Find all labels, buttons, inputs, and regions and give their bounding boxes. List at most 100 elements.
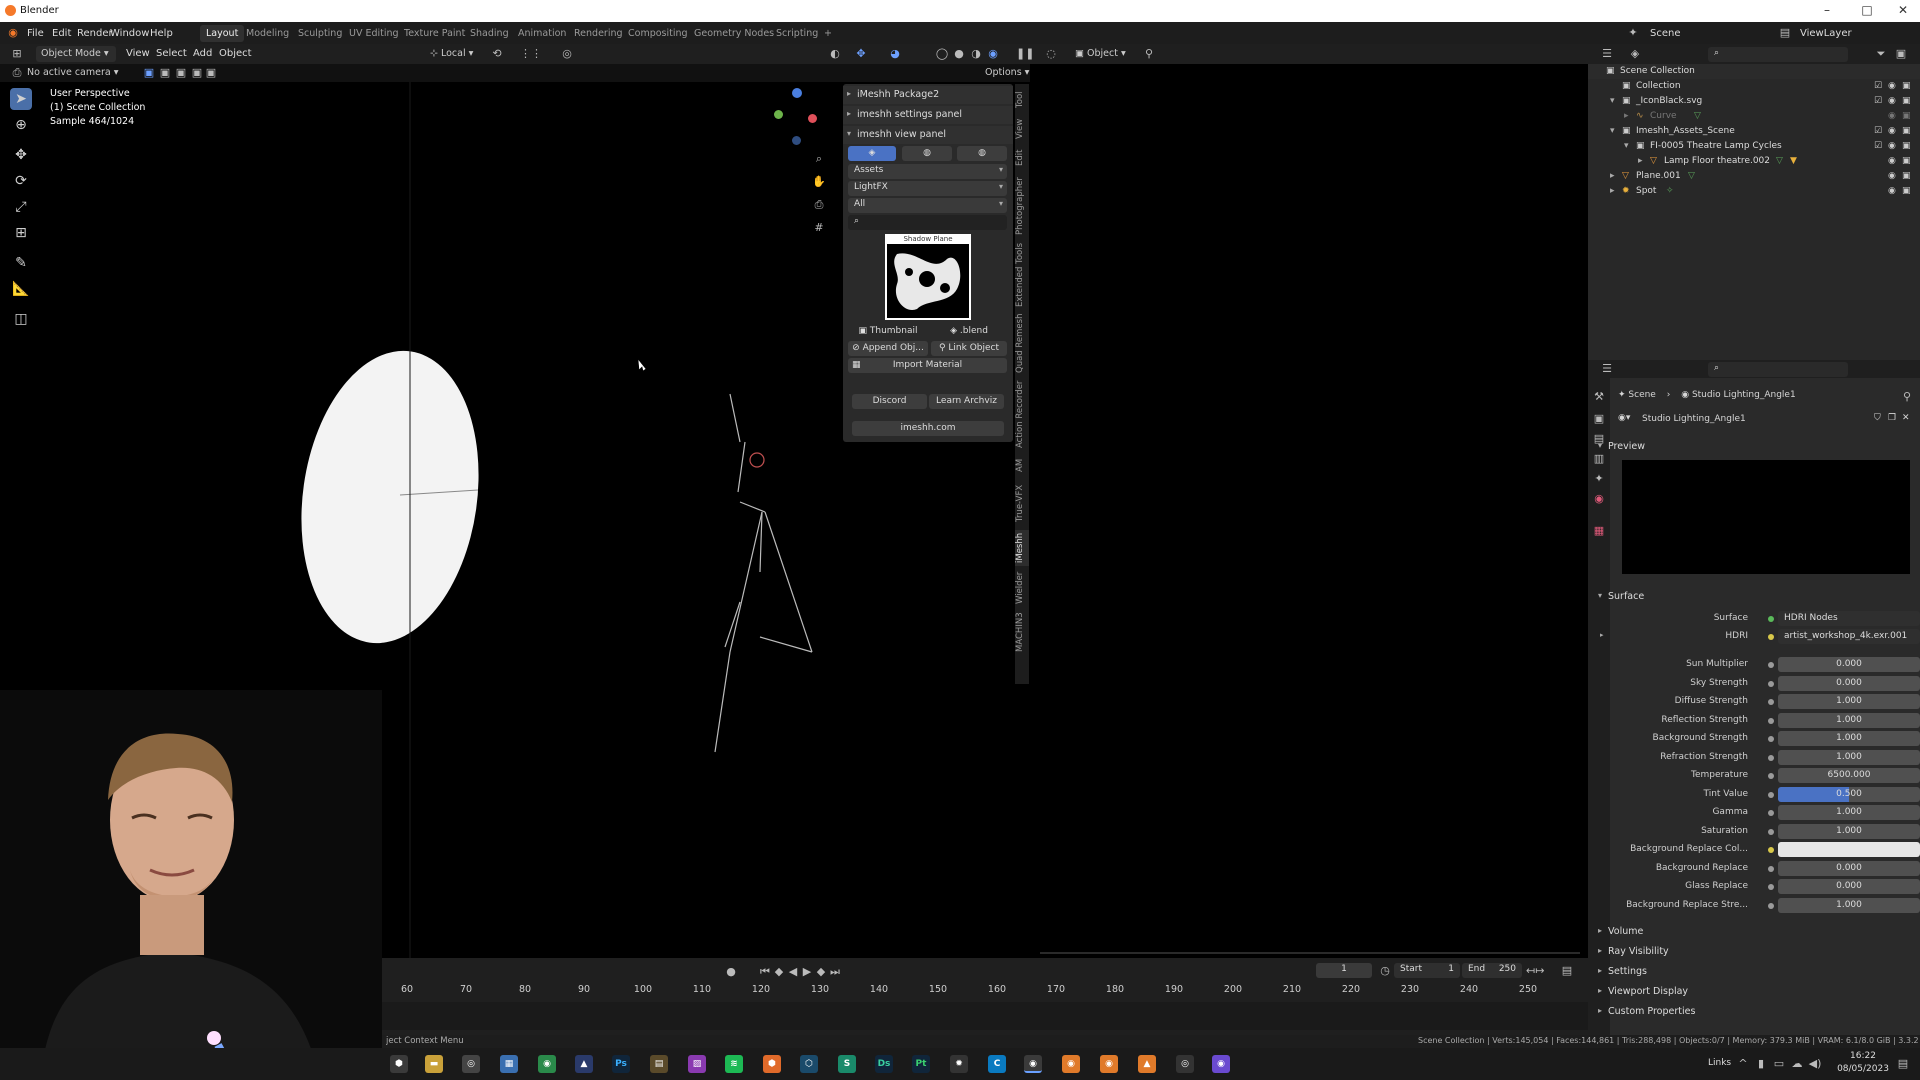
sidetab-view[interactable]: View	[1015, 116, 1029, 142]
tab-modeling[interactable]: Modeling	[240, 25, 295, 42]
texture-tab-icon[interactable]: ▦	[1592, 524, 1606, 538]
properties-toggle-icon[interactable]: ◌	[1044, 47, 1058, 61]
ortho-grid-icon[interactable]: #	[812, 221, 826, 235]
property-value-field[interactable]: 1.000	[1778, 694, 1920, 709]
expand-icon[interactable]: ▸	[1610, 186, 1615, 196]
app-icon-c[interactable]: C	[988, 1055, 1006, 1073]
viewport-menu-object[interactable]: Object	[219, 48, 252, 59]
sidetab-quad-remesh[interactable]: Quad Remesh	[1015, 312, 1029, 374]
outliner-row[interactable]: ▾ ▣ Imeshh_Assets_Scene ☑ ◉ ▣	[1588, 124, 1920, 139]
eye-icon[interactable]: ◉	[1888, 141, 1896, 151]
select-invert-icon[interactable]: ▣	[190, 66, 204, 80]
app-icon-purple[interactable]: ▨	[688, 1055, 706, 1073]
section-viewport-display[interactable]: ▸ Viewport Display	[1594, 983, 1912, 1001]
close-icon[interactable]: ✕	[1888, 3, 1918, 17]
tray-usb-icon[interactable]: ▮	[1754, 1057, 1768, 1071]
property-value-field[interactable]	[1778, 842, 1920, 857]
tab-sculpting[interactable]: Sculpting	[292, 25, 348, 42]
calculator-icon[interactable]: ▦	[500, 1055, 518, 1073]
discord-button[interactable]: Discord	[852, 394, 927, 409]
fake-user-icon[interactable]: ⛉	[1874, 413, 1881, 423]
property-value-field[interactable]: 0.000	[1778, 657, 1920, 672]
volume-icon[interactable]: ◀)	[1808, 1057, 1822, 1071]
start-frame-field[interactable]: Start 1	[1394, 963, 1460, 978]
tab-compositing[interactable]: Compositing	[622, 25, 694, 42]
outliner-row-scene-collection[interactable]: ▣ Scene Collection	[1588, 64, 1920, 79]
append-object-button[interactable]: ⊘ Append Obj...	[848, 341, 928, 356]
overlay-icon[interactable]: ◕	[888, 47, 902, 61]
tab-uv-editing[interactable]: UV Editing	[343, 25, 405, 42]
outliner-row[interactable]: ▸ ∿ Curve ▽ ◉ ▣	[1588, 109, 1920, 124]
expand-icon[interactable]: ▾	[1610, 96, 1615, 106]
pivot-icon[interactable]: ⟲	[490, 47, 504, 61]
menu-help[interactable]: Help	[150, 28, 173, 39]
blend-button[interactable]: ◈ .blend	[931, 324, 1007, 339]
select-intersect-icon[interactable]: ▣	[204, 66, 218, 80]
clock-date[interactable]: 08/05/2023	[1834, 1064, 1892, 1074]
tab-shading[interactable]: Shading	[464, 25, 515, 42]
expand-icon[interactable]: ▾	[1624, 141, 1629, 151]
camera-icon[interactable]: ▣	[1902, 111, 1911, 121]
outliner-row[interactable]: ▸ ▽ Plane.001 ▽ ◉ ▣	[1588, 169, 1920, 184]
camera-view-icon[interactable]: ⎙	[812, 198, 826, 212]
designer-icon[interactable]: Ds	[875, 1055, 893, 1073]
sidetab-am[interactable]: AM	[1015, 454, 1029, 476]
pause-render-icon[interactable]: ❚❚	[1016, 47, 1034, 61]
gizmo-icon[interactable]: ✥	[854, 47, 868, 61]
shading-material-icon[interactable]: ◑	[969, 47, 983, 61]
sidetab-extended-tools[interactable]: Extended Tools	[1015, 242, 1029, 308]
tab-scripting[interactable]: Scripting	[770, 25, 824, 42]
tray-chevron-icon[interactable]: ^	[1736, 1057, 1750, 1071]
gizmo-x-axis-icon[interactable]	[808, 114, 817, 123]
world-datablock-selector[interactable]: ◉▾ Studio Lighting_Angle1 ⛉ ❐ ✕	[1618, 412, 1910, 428]
property-value-field[interactable]: 1.000	[1778, 823, 1920, 839]
app-icon-orange[interactable]: ⬢	[763, 1055, 781, 1073]
current-frame-field[interactable]: 1	[1316, 963, 1372, 978]
subcategory-dropdown[interactable]: LightFX ▾	[848, 181, 1007, 196]
shading-rendered-icon[interactable]: ◉	[986, 47, 1000, 61]
tab-texture-paint[interactable]: Texture Paint	[398, 25, 471, 42]
menu-file[interactable]: File	[27, 28, 44, 39]
surface-shader-field[interactable]: HDRI Nodes	[1778, 611, 1920, 626]
select-extend-icon[interactable]: ▣	[158, 66, 172, 80]
end-frame-field[interactable]: End 250	[1462, 963, 1522, 978]
blender-menu-icon[interactable]: ◉	[6, 26, 20, 40]
links-toolbar[interactable]: Links	[1708, 1058, 1731, 1068]
file-explorer-icon[interactable]: ▬	[425, 1055, 443, 1073]
add-workspace-icon[interactable]: +	[818, 25, 838, 42]
outliner-editor-icon[interactable]: ☰	[1600, 47, 1614, 61]
viewport-menu-view[interactable]: View	[126, 48, 150, 59]
select-box-mode-icon[interactable]: ▣	[142, 66, 156, 80]
expand-icon[interactable]: ▸	[1624, 111, 1629, 121]
discord-taskbar-icon[interactable]: ◉	[1212, 1055, 1230, 1073]
eye-icon[interactable]: ◉	[1888, 81, 1896, 91]
property-value-field[interactable]: 0.000	[1778, 675, 1920, 691]
sidetab-edit[interactable]: Edit	[1015, 146, 1029, 170]
timeline-menu-icon[interactable]: ▤	[1560, 964, 1574, 978]
properties-search-input[interactable]: ⌕	[1708, 362, 1848, 377]
display-mode-icon[interactable]: ◈	[1628, 47, 1642, 61]
notification-icon[interactable]: ▤	[1896, 1057, 1910, 1071]
sidetab-action-recorder[interactable]: Action Recorder	[1015, 378, 1029, 450]
eye-icon[interactable]: ◉	[1888, 186, 1896, 196]
filter-dropdown[interactable]: All ▾	[848, 198, 1007, 213]
eye-icon[interactable]: ◉	[1888, 171, 1896, 181]
scene-tab-icon[interactable]: ✦	[1592, 472, 1606, 486]
app-icon-sketchup[interactable]: ⬡	[800, 1055, 818, 1073]
camera-icon[interactable]: ▣	[1902, 96, 1911, 106]
menu-window[interactable]: Window	[110, 28, 149, 39]
scene-name[interactable]: Scene	[1650, 28, 1681, 39]
camera-icon[interactable]: ▣	[1902, 126, 1911, 136]
section-surface[interactable]: ▾ Surface	[1594, 588, 1912, 606]
tab-rendering[interactable]: Rendering	[568, 25, 629, 42]
expand-icon[interactable]: ▸	[1610, 171, 1615, 181]
checkbox-icon[interactable]: ☑	[1874, 81, 1882, 91]
property-value-field[interactable]: 1.000	[1778, 897, 1920, 913]
panel-header-settings[interactable]: ▸ imeshh settings panel	[843, 106, 1013, 124]
tab-animation[interactable]: Animation	[512, 25, 572, 42]
menu-render[interactable]: Render	[77, 28, 113, 39]
camera-icon[interactable]: ▣	[1902, 186, 1911, 196]
sidetab-wielder[interactable]: Wielder	[1015, 570, 1029, 606]
blender-taskbar-icon-2[interactable]: ◉	[1062, 1055, 1080, 1073]
property-value-field[interactable]: 1.000	[1778, 749, 1920, 765]
